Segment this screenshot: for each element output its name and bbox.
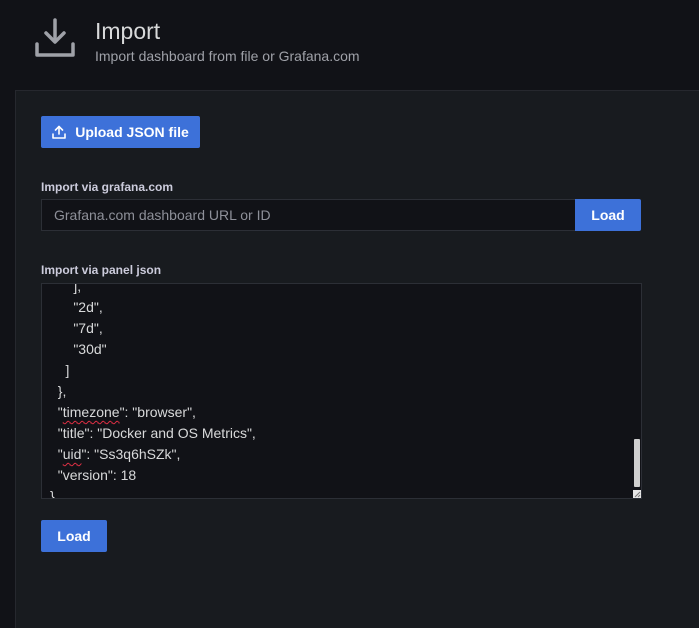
download-icon (35, 18, 75, 57)
grafana-com-label: Import via grafana.com (41, 180, 174, 194)
json-line: "2d", (50, 299, 103, 315)
json-line: ], (50, 283, 82, 294)
panel-json-textarea[interactable]: ], "2d", "7d", "30d" ] }, "timezone": "b… (41, 283, 642, 499)
json-line: "uid": "Ss3q6hSZk", (50, 446, 181, 462)
upload-json-button[interactable]: Upload JSON file (41, 116, 200, 148)
import-panel: Upload JSON file Import via grafana.com … (15, 90, 699, 628)
page-subtitle: Import dashboard from file or Grafana.co… (95, 48, 360, 64)
page-header: Import Import dashboard from file or Gra… (0, 0, 699, 90)
json-line: "7d", (50, 320, 103, 336)
page-title: Import (95, 18, 161, 44)
json-scrollbar[interactable] (634, 439, 640, 487)
spellcheck-word: uid (62, 446, 82, 462)
json-line: "30d" (50, 341, 107, 357)
grafana-com-url-input[interactable] (41, 199, 575, 231)
json-line: "title": "Docker and OS Metrics", (50, 425, 256, 441)
resize-grip-icon[interactable] (633, 490, 641, 498)
panel-json-label: Import via panel json (41, 263, 162, 277)
grafana-com-load-button[interactable]: Load (575, 199, 641, 231)
upload-json-label: Upload JSON file (75, 124, 189, 140)
json-line: }, (50, 383, 67, 399)
upload-icon (52, 125, 67, 139)
json-line: ] (50, 362, 70, 378)
spellcheck-word: timezone (62, 404, 120, 420)
panel-json-content: ], "2d", "7d", "30d" ] }, "timezone": "b… (50, 283, 630, 499)
json-line: "timezone": "browser", (50, 404, 196, 420)
load-button[interactable]: Load (41, 520, 107, 552)
json-line: "version": 18 (50, 467, 137, 483)
json-line: } (50, 488, 55, 499)
